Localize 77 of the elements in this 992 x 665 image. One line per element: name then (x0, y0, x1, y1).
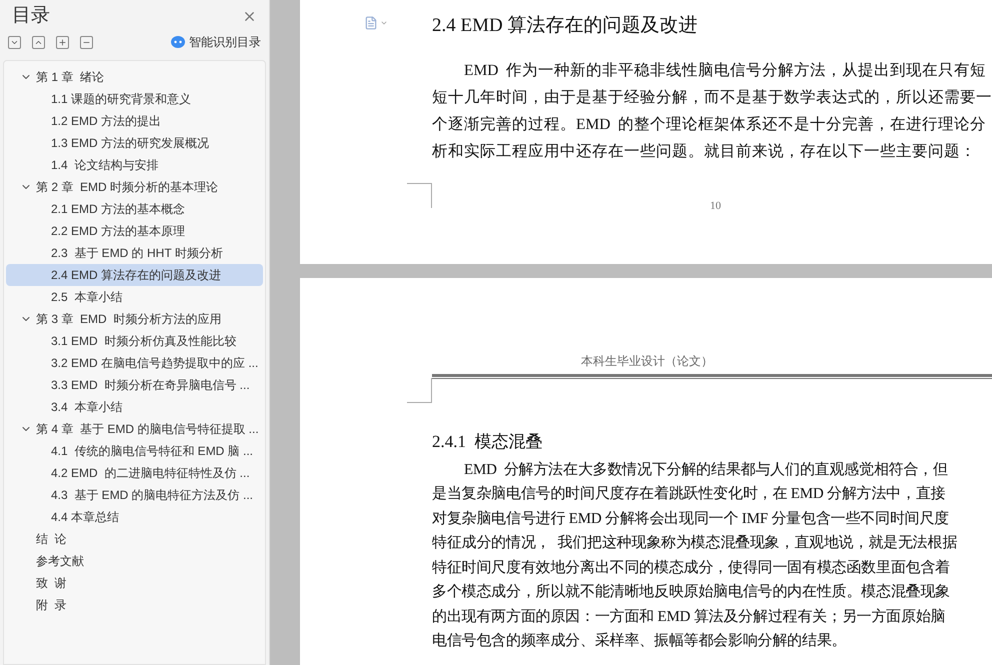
toc-label: 第 2 章 EMD 时频分析的基本理论 (36, 179, 218, 196)
plus-icon (58, 38, 67, 46)
toc-label: 3.4 本章小结 (51, 399, 122, 416)
toc-item[interactable]: 2.1 EMD 方法的基本概念 (6, 198, 263, 220)
toc-item[interactable]: 4.3 基于 EMD 的脑电特征方法及仿 ... (6, 484, 263, 506)
toc-item[interactable]: 2.2 EMD 方法的基本原理 (6, 220, 263, 242)
toc-item[interactable]: 2.3 基于 EMD 的 HHT 时频分析 (6, 242, 263, 264)
toc-label: 致 谢 (36, 575, 67, 592)
smart-toc-button[interactable]: 智能识别目录 (171, 33, 261, 51)
toc-item[interactable]: 1.4 论文结构与安排 (6, 154, 263, 176)
toc-item[interactable]: 结 论 (6, 528, 263, 550)
toc-label: 3.1 EMD 时频分析仿真及性能比较 (51, 333, 236, 350)
toc-item[interactable]: 4.4 本章总结 (6, 506, 263, 528)
toc-item[interactable]: 1.3 EMD 方法的研究发展概况 (6, 132, 263, 154)
paragraph-line: 多个模态成分，所以就不能清晰地反映原始脑电信号的内在性质。模态混叠现象 (432, 582, 952, 602)
toc-label: 2.4 EMD 算法存在的问题及改进 (51, 267, 222, 284)
toc-label: 3.2 EMD 在脑电信号趋势提取中的应 ... (51, 355, 258, 372)
toc-item[interactable]: 3.4 本章小结 (6, 396, 263, 418)
toc-label: 结 论 (36, 531, 67, 548)
toc-item[interactable]: 4.2 EMD 的二进脑电特征特性及仿 ... (6, 462, 263, 484)
toc-item[interactable]: 4.1 传统的脑电信号特征和 EMD 脑 ... (6, 440, 263, 462)
toc-label: 第 3 章 EMD 时频分析方法的应用 (36, 311, 222, 328)
toc-item[interactable]: 3.3 EMD 时频分析在奇异脑电信号 ... (6, 374, 263, 396)
paragraph-line: 的出现有两方面的原因：一方面和 EMD 算法及分解过程有关；另一方面原始脑 (432, 607, 946, 626)
toc-label: 1.1 课题的研究背景和意义 (51, 91, 192, 108)
paragraph-line: 是当复杂脑电信号的时间尺度存在着跳跃性变化时，在 EMD 分解方法中，直接 (432, 484, 946, 504)
toc-label: 4.4 本章总结 (51, 509, 120, 526)
toc-label: 第 4 章 基于 EMD 的脑电信号特征提取 ... (36, 421, 259, 438)
outline-tool-button[interactable] (32, 36, 45, 48)
cloud-icon (171, 36, 185, 48)
toc-item[interactable]: 3.1 EMD 时频分析仿真及性能比较 (6, 330, 263, 352)
toc-label: 2.3 基于 EMD 的 HHT 时频分析 (51, 245, 223, 262)
toc-item[interactable]: 第 3 章 EMD 时频分析方法的应用 (6, 308, 263, 330)
sidebar-title: 目录 (12, 4, 50, 28)
toc-label: 第 1 章 绪论 (36, 69, 104, 86)
paragraph-line: 析和实际工程应用中还存在一些问题。就目前来说，存在以下一些主要问题： (432, 142, 977, 162)
toc-item[interactable]: 参考文献 (6, 550, 263, 572)
toc-label: 4.3 基于 EMD 的脑电特征方法及仿 ... (51, 487, 254, 504)
toc-item[interactable]: 附 录 (6, 594, 263, 616)
subsection-heading: 2.4.1 模态混叠 (432, 431, 544, 453)
toc-item[interactable]: 2.4 EMD 算法存在的问题及改进 (6, 264, 263, 286)
crop-mark (407, 378, 432, 403)
page-number: 10 (710, 199, 721, 214)
paragraph-line: 特征时间尺度有效地分离出不同的模态成分，使得同一固有模态函数里面包含着 (432, 558, 952, 578)
paragraph-line: EMD 分解方法在大多数情况下分解的结果都与人们的直观感觉相符合，但 (463, 460, 949, 480)
toc-item[interactable]: 2.5 本章小结 (6, 286, 263, 308)
toc-label: 4.1 传统的脑电信号特征和 EMD 脑 ... (51, 443, 254, 460)
toc-label: 参考文献 (36, 553, 84, 570)
page-header: 本科生毕业设计（论文） (580, 353, 714, 370)
toc-item[interactable]: 致 谢 (6, 572, 263, 594)
outline-tool-button[interactable] (8, 36, 21, 48)
paragraph-line: EMD 作为一种新的非平稳非线性脑电信号分解方法，从提出到现在只有短 (463, 60, 988, 80)
paragraph-line: 对复杂脑电信号进行 EMD 分解将会出现同一个 IMF 分量包含一些不同时间尺度 (432, 509, 950, 528)
toc-label: 1.4 论文结构与安排 (51, 157, 158, 174)
paragraph-line: 短十几年时间，由于是基于经验分解，而不是基于数学表达式的，所以还需要一 (432, 88, 992, 108)
page-options-icon[interactable] (364, 16, 388, 30)
toc-label: 1.3 EMD 方法的研究发展概况 (51, 135, 210, 152)
toc-label: 2.2 EMD 方法的基本原理 (51, 223, 186, 240)
paragraph-line: 电信号包含的频率成分、采样率、振幅等都会影响分解的结果。 (432, 631, 848, 651)
toc-label: 3.3 EMD 时频分析在奇异脑电信号 ... (51, 377, 250, 394)
section-heading: 2.4 EMD 算法存在的问题及改进 (432, 14, 698, 38)
toc-item[interactable]: 第 1 章 绪论 (6, 66, 263, 88)
toc-item[interactable]: 第 2 章 EMD 时频分析的基本理论 (6, 176, 263, 198)
toc-label: 2.1 EMD 方法的基本概念 (51, 201, 186, 218)
outline-tool-button[interactable] (56, 36, 69, 48)
paragraph-line: 特征成分的情况， 我们把这种现象称为模态混叠现象，直观地说，就是无法根据 (432, 534, 958, 553)
crop-mark (407, 183, 432, 208)
toc-item[interactable]: 1.1 课题的研究背景和意义 (6, 88, 263, 110)
toc-label: 2.5 本章小结 (51, 289, 122, 306)
toc-item[interactable]: 第 4 章 基于 EMD 的脑电信号特征提取 ... (6, 418, 263, 440)
toc-item[interactable]: 3.2 EMD 在脑电信号趋势提取中的应 ... (6, 352, 263, 374)
toc-label: 4.2 EMD 的二进脑电特征特性及仿 ... (51, 465, 250, 482)
toc-label: 1.2 EMD 方法的提出 (51, 113, 162, 130)
toc-item[interactable]: 1.2 EMD 方法的提出 (6, 110, 263, 132)
outline-tool-button[interactable] (80, 36, 93, 48)
toc-label: 附 录 (36, 597, 67, 614)
paragraph-line: 个逐渐完善的过程。EMD 的整个理论框架体系还不是十分完善，在进行理论分 (432, 114, 988, 134)
